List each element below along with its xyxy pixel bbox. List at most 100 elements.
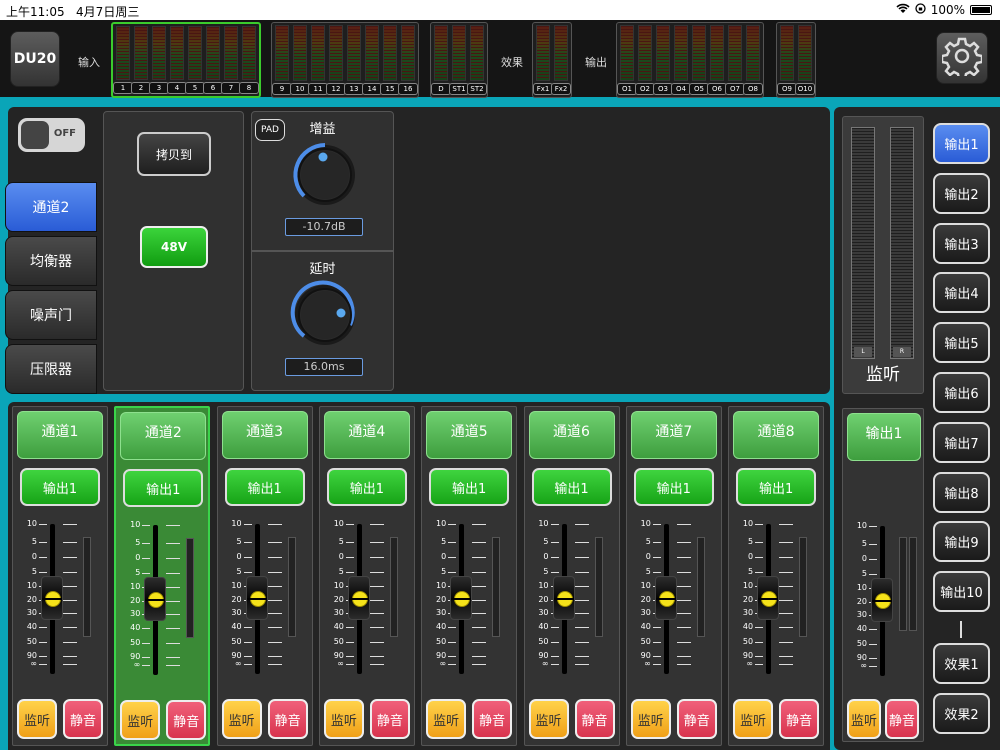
route-output-button[interactable]: 输出1 [429,468,510,506]
channel-name-button[interactable]: 通道5 [426,411,513,459]
power-toggle[interactable]: OFF [18,118,85,152]
level-meter [206,26,220,80]
mute-button[interactable]: 静音 [166,700,207,740]
output-button-8[interactable]: 输出8 [933,471,990,513]
output-button-5[interactable]: 输出5 [933,322,990,364]
output-button-2[interactable]: 输出2 [933,172,990,214]
scale-tick-label: 5 [236,567,242,576]
tab-noise-gate[interactable]: 噪声门 [5,290,97,340]
scale-tick [63,600,77,601]
fader-handle[interactable] [654,576,677,620]
monitor-button[interactable]: 监听 [426,699,467,739]
channel-strip: 通道8 输出1 10 5 0 5 10 20 30 40 50 90 ∞ 监听 静音 [728,406,825,746]
device-button[interactable]: DU20 [10,31,60,87]
scale-tick-label: 40 [130,623,141,632]
fader-handle[interactable] [552,576,575,620]
scale-tick [243,572,252,573]
output-button-7[interactable]: 输出7 [933,421,990,463]
monitor-button[interactable]: 监听 [120,700,161,740]
scale-tick [369,586,384,587]
channel-name-button[interactable]: 通道3 [221,411,308,459]
monitor-button[interactable]: 监听 [528,699,569,739]
fader-handle[interactable] [41,576,63,620]
monitor-button[interactable]: 监听 [733,699,774,739]
battery-percent: 100% [930,3,965,17]
channel-name-button[interactable]: 通道1 [17,411,103,459]
digital-meters[interactable]: D ST1 ST2 [430,22,488,98]
effect-button-2[interactable]: 效果2 [933,693,990,734]
monitor-button[interactable]: 监听 [847,699,881,739]
monitor-button[interactable]: 监听 [630,699,671,739]
route-output-button[interactable]: 输出1 [736,468,817,506]
mute-button[interactable]: 静音 [369,699,410,739]
mute-button[interactable]: 静音 [267,699,308,739]
monitor-button[interactable]: 监听 [221,699,262,739]
output-button-9[interactable]: 输出9 [933,521,990,563]
route-output-button[interactable]: 输出1 [224,468,305,506]
meter-cell: 7 [221,26,241,94]
level-meter [452,25,466,81]
channel-name-button[interactable]: 通道7 [630,411,717,459]
fader-handle[interactable] [347,576,370,620]
effects-meters[interactable]: Fx1 Fx2 [532,22,572,98]
fader-handle[interactable] [144,577,167,621]
effect-button-1[interactable]: 效果1 [933,643,990,684]
scale-tick [550,542,559,543]
mute-button[interactable]: 静音 [885,699,919,739]
scale-tick [63,572,77,573]
fader-handle[interactable] [245,576,268,620]
meter-cell: ST1 [449,25,469,95]
mute-button[interactable]: 静音 [676,699,717,739]
output-button-6[interactable]: 输出6 [933,372,990,413]
gain-knob[interactable] [290,140,360,210]
route-output-button[interactable]: 输出1 [531,468,612,506]
meter-cell: O5 [689,25,709,95]
fader-handle[interactable] [871,578,893,622]
settings-button[interactable] [936,32,988,84]
scale-tick-label: 50 [742,637,754,646]
route-output-button[interactable]: 输出1 [20,468,100,506]
copy-to-button[interactable]: 拷贝到 [137,132,211,176]
delay-knob[interactable] [290,280,360,350]
channel-strip: 通道4 输出1 10 5 0 5 10 20 30 40 50 90 ∞ 监听 静音 [318,406,415,746]
scale-tick [166,665,181,666]
route-output-button[interactable]: 输出1 [123,469,204,507]
fader-handle[interactable] [757,576,780,620]
mute-button[interactable]: 静音 [63,699,103,739]
monitor-button[interactable]: 监听 [323,699,364,739]
channel-name-button[interactable]: 输出1 [847,413,921,461]
channel-name-button[interactable]: 通道8 [733,411,820,459]
tab-compressor[interactable]: 压限器 [5,344,97,394]
meter-label: 12 [326,83,346,95]
scale-tick-label: 10 [436,519,447,528]
channel-name-button[interactable]: 通道4 [323,411,410,459]
scale-tick [63,542,77,543]
fader-handle[interactable] [450,576,473,620]
scale-tick-label: 5 [645,537,651,546]
mute-button[interactable]: 静音 [574,699,615,739]
tab-channel[interactable]: 通道2 [5,182,97,232]
scale-tick [779,524,794,525]
input-meters-9-16[interactable]: 9 10 11 12 13 14 15 16 [271,22,419,98]
output-button-10[interactable]: 输出10 [933,571,990,613]
monitor-button[interactable]: 监听 [17,699,57,739]
output-button-3[interactable]: 输出3 [933,222,990,264]
channel-name-button[interactable]: 通道6 [528,411,615,459]
route-output-button[interactable]: 输出1 [633,468,714,506]
meter-cell: 15 [380,25,400,95]
output-button-4[interactable]: 输出4 [933,272,990,314]
scale-tick-label: 30 [130,609,141,618]
channel-name-button[interactable]: 通道2 [120,412,207,460]
output-meters-1-8[interactable]: O1 O2 O3 O4 O5 O6 O7 O8 [616,22,764,98]
scale-tick [676,656,691,657]
route-output-button[interactable]: 输出1 [326,468,407,506]
scale-tick-label: 10 [856,521,867,530]
mute-button[interactable]: 静音 [472,699,513,739]
output-button-1[interactable]: 输出1 [933,123,990,164]
output-meters-9-10[interactable]: O9 O10 [776,22,816,98]
input-meters-1-8[interactable]: 12345678 [111,22,261,98]
mute-button[interactable]: 静音 [779,699,820,739]
tab-equalizer[interactable]: 均衡器 [5,236,97,286]
scale-tick [550,557,559,558]
phantom-power-button[interactable]: 48V [140,226,208,268]
